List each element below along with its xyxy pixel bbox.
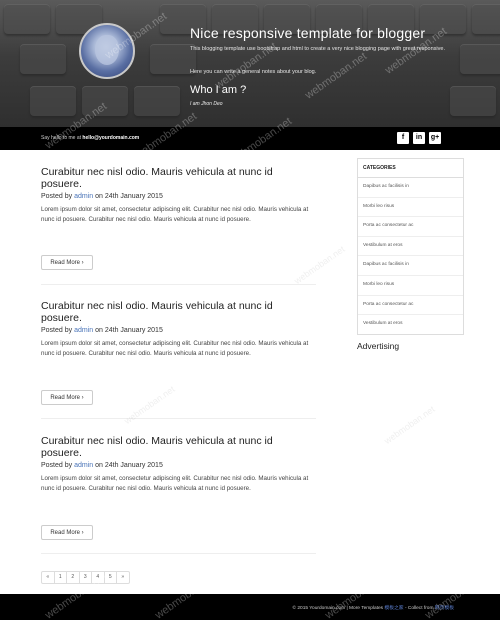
pagination-page[interactable]: 3 bbox=[80, 572, 92, 583]
read-more-button[interactable]: Read More › bbox=[41, 390, 93, 405]
keyboard-background bbox=[0, 0, 500, 127]
post-item: Curabitur nec nisl odio. Mauris vehicula… bbox=[41, 300, 316, 405]
category-link[interactable]: Vestibulum at eros bbox=[358, 237, 463, 257]
post-excerpt: Lorem ipsum dolor sit amet, consectetur … bbox=[41, 475, 309, 492]
google-plus-icon[interactable]: g+ bbox=[429, 132, 441, 144]
category-link[interactable]: Dapibus ac facilisis in bbox=[358, 256, 463, 276]
pagination: « 1 2 3 4 5 » bbox=[41, 571, 130, 584]
post-title[interactable]: Curabitur nec nisl odio. Mauris vehicula… bbox=[41, 166, 316, 190]
post-author-link[interactable]: admin bbox=[74, 327, 93, 334]
contact-email[interactable]: hello@yourdomain.com bbox=[82, 135, 139, 141]
contact-bar: Say hello to me at hello@yourdomain.com … bbox=[0, 127, 500, 150]
hero-banner: Nice responsive template for blogger Thi… bbox=[0, 0, 500, 127]
pagination-page[interactable]: 1 bbox=[55, 572, 67, 583]
category-link[interactable]: Morbi leo risus bbox=[358, 276, 463, 296]
category-link[interactable]: Porta ac consectetur ac bbox=[358, 217, 463, 237]
contact-text: Say hello to me at hello@yourdomain.com bbox=[41, 135, 140, 141]
category-link[interactable]: Dapibus ac facilisis in bbox=[358, 178, 463, 198]
post-item: Curabitur nec nisl odio. Mauris vehicula… bbox=[41, 435, 316, 540]
read-more-button[interactable]: Read More › bbox=[41, 255, 93, 270]
categories-heading: CATEGORIES bbox=[358, 159, 463, 178]
post-divider bbox=[41, 418, 316, 419]
author-avatar bbox=[79, 23, 135, 79]
author-name: I am Jhon Deo bbox=[190, 101, 223, 107]
facebook-icon[interactable]: f bbox=[397, 132, 409, 144]
site-notes: Here you can write a general notes about… bbox=[190, 69, 317, 75]
watermark: webmoban.net bbox=[382, 403, 437, 447]
pagination-page[interactable]: 5 bbox=[105, 572, 117, 583]
post-excerpt: Lorem ipsum dolor sit amet, consectetur … bbox=[41, 206, 309, 223]
post-meta: Posted by admin on 24th January 2015 bbox=[41, 327, 163, 334]
post-author-link[interactable]: admin bbox=[74, 193, 93, 200]
post-item: Curabitur nec nisl odio. Mauris vehicula… bbox=[41, 166, 316, 270]
post-meta: Posted by admin on 24th January 2015 bbox=[41, 193, 163, 200]
post-title[interactable]: Curabitur nec nisl odio. Mauris vehicula… bbox=[41, 435, 316, 459]
pagination-next[interactable]: » bbox=[117, 572, 129, 583]
advertising-heading: Advertising bbox=[357, 341, 400, 351]
footer-link[interactable]: 网页模板 bbox=[435, 606, 454, 611]
post-author-link[interactable]: admin bbox=[74, 462, 93, 469]
site-title: Nice responsive template for blogger bbox=[190, 25, 426, 41]
post-title[interactable]: Curabitur nec nisl odio. Mauris vehicula… bbox=[41, 300, 316, 324]
site-description: This blogging template use bootstrap and… bbox=[190, 46, 445, 52]
who-heading: Who I am ? bbox=[190, 84, 247, 96]
categories-panel: CATEGORIES Dapibus ac facilisis in Morbi… bbox=[357, 158, 464, 335]
pagination-prev[interactable]: « bbox=[42, 572, 55, 583]
footer-copyright: © 2015 Yourdomain.com | More Templates 模… bbox=[292, 606, 454, 611]
read-more-button[interactable]: Read More › bbox=[41, 525, 93, 540]
post-divider bbox=[41, 284, 316, 285]
linkedin-icon[interactable]: in bbox=[413, 132, 425, 144]
post-meta: Posted by admin on 24th January 2015 bbox=[41, 462, 163, 469]
pagination-page[interactable]: 4 bbox=[92, 572, 105, 583]
watermark: webmoban.net bbox=[292, 243, 347, 287]
category-link[interactable]: Porta ac consectetur ac bbox=[358, 296, 463, 316]
post-divider bbox=[41, 553, 316, 554]
post-excerpt: Lorem ipsum dolor sit amet, consectetur … bbox=[41, 340, 309, 357]
footer: © 2015 Yourdomain.com | More Templates 模… bbox=[0, 594, 500, 620]
category-link[interactable]: Vestibulum at eros bbox=[358, 315, 463, 334]
watermark: webmoban.net bbox=[122, 383, 177, 427]
pagination-page[interactable]: 2 bbox=[67, 572, 80, 583]
footer-link[interactable]: 模板之家 bbox=[384, 606, 403, 611]
category-link[interactable]: Morbi leo risus bbox=[358, 198, 463, 218]
